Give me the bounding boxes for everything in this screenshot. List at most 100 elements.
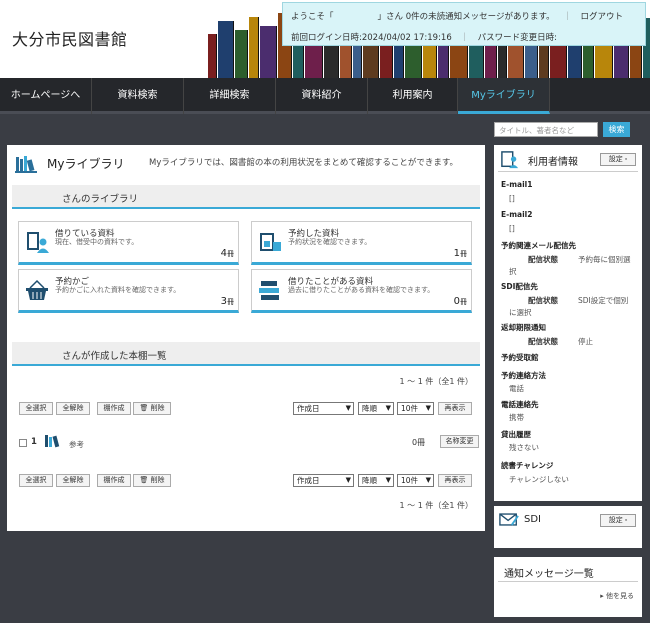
history-label: 貸出履歴 xyxy=(501,430,531,439)
create-shelf-button[interactable]: 棚作成 xyxy=(97,402,131,415)
book-spine xyxy=(208,34,217,78)
basket-icon xyxy=(26,279,48,300)
card-borrow-history[interactable]: 借りたことがある資料 過去に借りたことがある資料を確認できます。 0冊 xyxy=(251,269,472,313)
sort-select[interactable]: 作成日 xyxy=(293,402,354,415)
divider xyxy=(498,171,638,172)
trash-icon: 🗑 xyxy=(139,476,149,484)
delete-button[interactable]: 🗑 削除 xyxy=(133,402,171,415)
sdi-label: SDI配信先 xyxy=(501,282,538,291)
reserve-mail-label: 予約関連メール配信先 xyxy=(501,241,576,250)
contact-label: 予約連絡方法 xyxy=(501,371,546,380)
phone-value: 携帯 xyxy=(509,413,524,422)
history-value: 残さない xyxy=(509,443,539,452)
mylibrary-panel: Myライブラリ Myライブラリでは、図書館の本の利用状況をまとめて確認することが… xyxy=(7,145,485,531)
tab-guide[interactable]: 利用案内 xyxy=(368,78,458,114)
challenge-value: チャレンジしない xyxy=(509,475,569,484)
create-shelf-button[interactable]: 棚作成 xyxy=(97,474,131,487)
tab-advanced-search[interactable]: 詳細検索 xyxy=(184,78,276,114)
pager-bottom: 1 ～ 1 件（全1 件） xyxy=(399,501,473,510)
user-settings-button[interactable]: 設定 ▫ xyxy=(600,153,636,166)
tab-search[interactable]: 資料検索 xyxy=(92,78,184,114)
library-logo[interactable]: 大分市民図書館 xyxy=(12,26,128,50)
sdi-settings-button[interactable]: 設定 ▫ xyxy=(600,514,636,527)
sdi-value-cont: に選択 xyxy=(509,308,532,317)
book-stack-icon xyxy=(259,281,279,300)
rename-button[interactable]: 名称変更 xyxy=(440,435,479,448)
book-spine xyxy=(249,17,259,78)
book-spine xyxy=(218,21,234,78)
redisplay-button[interactable]: 再表示 xyxy=(438,402,472,415)
trash-icon: 🗑 xyxy=(139,404,149,412)
card-reserved[interactable]: 予約した資料 予約状況を確認できます。 1冊 xyxy=(251,221,472,265)
reserved-book-icon xyxy=(260,233,281,251)
tab-home[interactable]: ホームページへ xyxy=(0,78,92,114)
pickup-label: 予約受取館 xyxy=(501,353,539,362)
contact-value: 電話 xyxy=(509,384,524,393)
delete-button[interactable]: 🗑 削除 xyxy=(133,474,171,487)
phone-label: 電話連絡先 xyxy=(501,400,539,409)
page-description: Myライブラリでは、図書館の本の利用状況をまとめて確認することができます。 xyxy=(149,158,459,168)
card-count: 1冊 xyxy=(453,248,467,259)
challenge-label: 読書チャレンジ xyxy=(501,461,554,470)
library-section-header: さんのライブラリ xyxy=(12,185,480,209)
shelf-index: 1 xyxy=(31,437,37,447)
pager-top: 1 ～ 1 件（全1 件） xyxy=(399,377,473,386)
card-desc: 過去に借りたことがある資料を確認できます。 xyxy=(288,286,435,294)
card-count: 0冊 xyxy=(453,296,467,307)
email2-label: E-mail2 xyxy=(501,210,533,219)
shelf-icon xyxy=(45,435,60,448)
shelf-row: 1 参考 0冊 名称変更 xyxy=(19,435,479,455)
shelf-name[interactable]: 参考 xyxy=(69,439,84,450)
card-count: 3冊 xyxy=(220,296,234,307)
borrowed-book-icon xyxy=(27,232,49,253)
page-title: Myライブラリ xyxy=(47,157,125,171)
card-desc: 現在、借受中の資料です。 xyxy=(55,238,139,246)
return-value: 停止 xyxy=(578,337,593,346)
welcome-prefix: ようこそ「 xyxy=(291,12,334,22)
order-select[interactable]: 降順 xyxy=(358,402,394,415)
search-input[interactable]: タイトル、著者名など xyxy=(494,122,598,137)
reserve-mail-status: 配信状態 xyxy=(528,255,558,264)
email1-value: [] xyxy=(509,194,515,203)
reserve-mail-value-cont: 択 xyxy=(509,267,517,276)
per-page-select[interactable]: 10件 xyxy=(397,474,434,487)
order-select[interactable]: 降順 xyxy=(358,474,394,487)
mail-icon xyxy=(499,513,519,526)
card-desc: 予約かごに入れた資料を確認できます。 xyxy=(55,286,181,294)
sdi-status: 配信状態 xyxy=(528,296,558,305)
select-all-button[interactable]: 全選択 xyxy=(19,474,53,487)
tab-introduction[interactable]: 資料紹介 xyxy=(276,78,368,114)
library-heading: さんのライブラリ xyxy=(62,194,139,205)
card-borrowing[interactable]: 借りている資料 現在、借受中の資料です。 4冊 xyxy=(18,221,239,265)
shelf-section-header: さんが作成した本棚一覧 xyxy=(12,342,480,366)
redisplay-button[interactable]: 再表示 xyxy=(438,474,472,487)
messages-title: 通知メッセージ一覧 xyxy=(504,569,594,580)
select-all-button[interactable]: 全選択 xyxy=(19,402,53,415)
messages-more-link[interactable]: ▸ 他を見る xyxy=(600,591,634,601)
unread-notice-link[interactable]: 0件の未読通知メッセージがあります。 xyxy=(406,12,555,22)
tab-mylibrary[interactable]: Myライブラリ xyxy=(458,78,550,114)
password-changed: パスワード変更日時: xyxy=(477,33,558,43)
sort-select[interactable]: 作成日 xyxy=(293,474,354,487)
email2-value: [] xyxy=(509,224,515,233)
shelf-checkbox[interactable] xyxy=(19,439,27,447)
clear-all-button[interactable]: 全解除 xyxy=(56,402,90,415)
shelf-count: 0冊 xyxy=(412,438,426,447)
sdi-panel: SDI 設定 ▫ xyxy=(494,506,642,548)
shelf-toolbar-bottom: 全選択 全解除 棚作成 🗑 削除 作成日 降順 10件 再表示 xyxy=(19,474,479,490)
user-notice-box: ようこそ「 」さん 0件の未読通知メッセージがあります。 ｜ ログアウト 前回ログ… xyxy=(282,2,646,46)
sdi-title: SDI xyxy=(524,514,541,525)
search-button[interactable]: 検索 xyxy=(603,122,630,137)
card-desc: 予約状況を確認できます。 xyxy=(288,238,372,246)
clear-all-button[interactable]: 全解除 xyxy=(56,474,90,487)
triangle-right-icon: ▸ xyxy=(600,592,604,600)
card-count: 4冊 xyxy=(220,248,234,259)
logout-link[interactable]: ログアウト xyxy=(581,12,624,22)
card-reserve-basket[interactable]: 予約かご 予約かごに入れた資料を確認できます。 3冊 xyxy=(18,269,239,313)
messages-panel: 通知メッセージ一覧 ▸ 他を見る xyxy=(494,557,642,617)
user-info-panel: 利用者情報 設定 ▫ E-mail1 [] E-mail2 [] 予約関連メール… xyxy=(494,145,642,501)
per-page-select[interactable]: 10件 xyxy=(397,402,434,415)
return-status: 配信状態 xyxy=(528,337,558,346)
welcome-suffix: 」さん xyxy=(377,12,404,22)
site-header: 大分市民図書館 ようこそ「 」さん 0件の未読通知メッセージがあります。 ｜ ログ… xyxy=(0,0,650,78)
